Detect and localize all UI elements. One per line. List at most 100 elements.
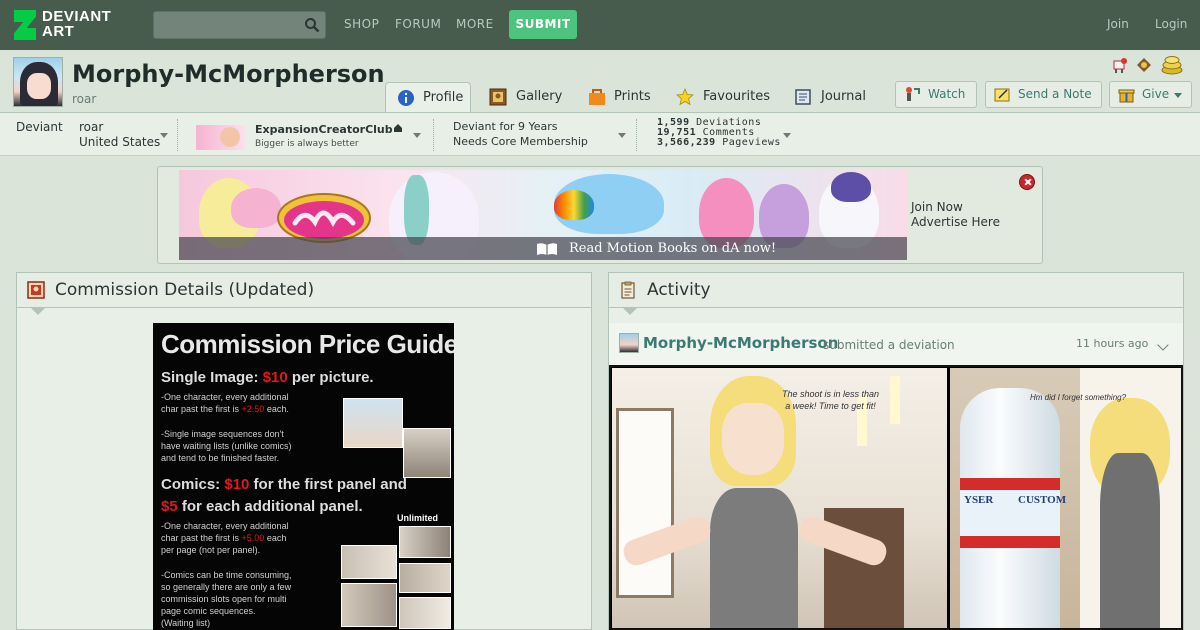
speech-bubble-1: The shoot is in less than a week! Time t… bbox=[782, 389, 880, 411]
tab-profile[interactable]: Profile bbox=[385, 82, 471, 112]
gallery-icon bbox=[489, 88, 507, 106]
book-icon bbox=[537, 243, 557, 255]
give-label: Give bbox=[1142, 87, 1170, 101]
tab-journal[interactable]: Journal bbox=[794, 82, 869, 112]
club-name[interactable]: ExpansionCreatorClub bbox=[255, 123, 393, 136]
lamp-shape bbox=[890, 376, 900, 424]
ad-strip-text: Read Motion Books on dA now! bbox=[569, 241, 777, 256]
send-note-button[interactable]: Send a Note bbox=[985, 81, 1102, 108]
badge-points-icon[interactable] bbox=[1160, 52, 1184, 76]
watch-button[interactable]: Watch bbox=[895, 81, 977, 108]
pony-figure bbox=[231, 188, 281, 228]
deviant-tenure: Deviant for 9 Years bbox=[453, 120, 558, 133]
join-link[interactable]: Join bbox=[1107, 17, 1129, 31]
deviantart-logo[interactable]: DEVIANT ART bbox=[14, 8, 134, 42]
pony-figure bbox=[831, 172, 871, 202]
commission-icon bbox=[27, 281, 45, 299]
star-icon bbox=[676, 88, 694, 106]
poster-text: for each additional panel. bbox=[177, 498, 363, 515]
deviant-country: United States bbox=[79, 135, 161, 149]
tab-gallery[interactable]: Gallery bbox=[489, 82, 569, 112]
poster-note-1: -One character, every additional char pa… bbox=[161, 391, 289, 415]
club-tagline: Bigger is always better bbox=[255, 139, 359, 149]
nav-forum[interactable]: FORUM bbox=[395, 17, 441, 31]
top-bar: DEVIANT ART SHOP FORUM MORE SUBMIT Join … bbox=[0, 0, 1200, 50]
deviantart-logo-mark bbox=[14, 10, 36, 40]
pony-figure bbox=[404, 175, 429, 245]
commission-title: Commission Details (Updated) bbox=[55, 280, 315, 300]
poster-thumbnail bbox=[341, 545, 397, 579]
poster-thumbnail bbox=[343, 398, 403, 448]
search-input[interactable] bbox=[153, 11, 326, 39]
poster-price: +2.50 bbox=[241, 404, 265, 414]
note-icon bbox=[994, 88, 1010, 102]
poster-note-2: -Single image sequences don't have waiti… bbox=[161, 429, 292, 463]
badge-pony-icon[interactable] bbox=[1110, 55, 1130, 75]
stats-caret-icon[interactable] bbox=[783, 133, 791, 138]
deviant-name: roar bbox=[79, 120, 104, 134]
logo-text: DEVIANT ART bbox=[42, 8, 112, 40]
close-ad-icon[interactable] bbox=[1019, 174, 1035, 190]
speech-bubble-2: Hm did I forget something? bbox=[1030, 393, 1127, 402]
watch-label: Watch bbox=[928, 87, 966, 101]
poster-text: for the first panel and bbox=[249, 476, 407, 493]
bottle-label: YSER CUSTOM bbox=[960, 478, 1066, 548]
search-icon[interactable] bbox=[304, 17, 320, 33]
nav-shop[interactable]: SHOP bbox=[344, 17, 379, 31]
join-now-link[interactable]: Join Now bbox=[911, 200, 1000, 215]
divider bbox=[636, 119, 637, 151]
activity-verb: submitted a deviation bbox=[823, 338, 955, 352]
profile-tagline: roar bbox=[72, 92, 97, 106]
stat-pageviews-value: 3,566,239 bbox=[657, 137, 716, 148]
nav-more[interactable]: MORE bbox=[456, 17, 494, 31]
tab-favourites[interactable]: Favourites bbox=[676, 82, 771, 112]
deviation-image[interactable]: The shoot is in less than a week! Time t… bbox=[609, 365, 1183, 630]
poster-price: +5.00 bbox=[241, 533, 265, 543]
avatar-face bbox=[27, 73, 51, 99]
my-little-pony-logo bbox=[277, 193, 371, 243]
club-caret-icon[interactable] bbox=[413, 133, 421, 138]
ad-banner[interactable]: Read Motion Books on dA now! bbox=[179, 170, 907, 260]
journal-icon bbox=[795, 89, 811, 105]
profile-username[interactable]: Morphy-McMorpherson bbox=[72, 60, 385, 88]
tab-profile-label: Profile bbox=[423, 90, 464, 105]
badge-icons bbox=[1110, 55, 1190, 77]
poster-price: $5 bbox=[161, 498, 178, 515]
ad-join[interactable]: Join Now Advertise Here bbox=[911, 200, 1000, 230]
bottle-label-text: CUSTOM bbox=[1018, 494, 1067, 506]
activity-username[interactable]: Morphy-McMorpherson bbox=[643, 334, 838, 352]
activity-panel-header: Activity bbox=[609, 273, 1183, 308]
divider bbox=[433, 119, 434, 151]
home-icon bbox=[394, 124, 402, 132]
avatar[interactable] bbox=[13, 57, 63, 107]
commission-price-guide-image[interactable]: Commission Price Guide! Single Image: $1… bbox=[153, 323, 454, 630]
club-banner[interactable] bbox=[196, 125, 246, 150]
deviant-type: Deviant bbox=[16, 120, 63, 134]
comic-panel-2: YSER CUSTOM Hm did I forget something? bbox=[950, 368, 1181, 628]
details-caret-icon[interactable] bbox=[160, 133, 168, 138]
send-note-label: Send a Note bbox=[1018, 87, 1092, 101]
comic-panel-1: The shoot is in less than a week! Time t… bbox=[612, 368, 947, 628]
poster-note-3: -One character, every additional char pa… bbox=[161, 520, 289, 556]
poster-single-line: Single Image: $10 per picture. bbox=[161, 369, 374, 386]
poster-text: Single Image: bbox=[161, 369, 263, 386]
activity-time: 11 hours ago bbox=[1076, 337, 1149, 350]
tab-prints[interactable]: Prints bbox=[587, 82, 657, 112]
prints-icon bbox=[589, 89, 605, 105]
activity-avatar[interactable] bbox=[619, 333, 639, 353]
login-link[interactable]: Login bbox=[1155, 17, 1187, 31]
tab-gallery-label: Gallery bbox=[516, 89, 563, 104]
stat-pageviews-label: Pageviews bbox=[722, 137, 781, 148]
tenure-caret-icon[interactable] bbox=[618, 133, 626, 138]
poster-price: $10 bbox=[224, 476, 250, 493]
tab-prints-label: Prints bbox=[614, 89, 651, 104]
submit-button[interactable]: SUBMIT bbox=[509, 10, 577, 39]
give-button[interactable]: Give bbox=[1109, 81, 1192, 108]
poster-thumbnail bbox=[399, 597, 451, 629]
poster-thumbnail bbox=[403, 428, 451, 478]
advertise-here-link[interactable]: Advertise Here bbox=[911, 215, 1000, 230]
bottle-label-text: YSER bbox=[964, 494, 994, 506]
divider bbox=[177, 119, 178, 151]
badge-llama-icon[interactable] bbox=[1134, 55, 1154, 75]
activity-title: Activity bbox=[647, 280, 711, 300]
